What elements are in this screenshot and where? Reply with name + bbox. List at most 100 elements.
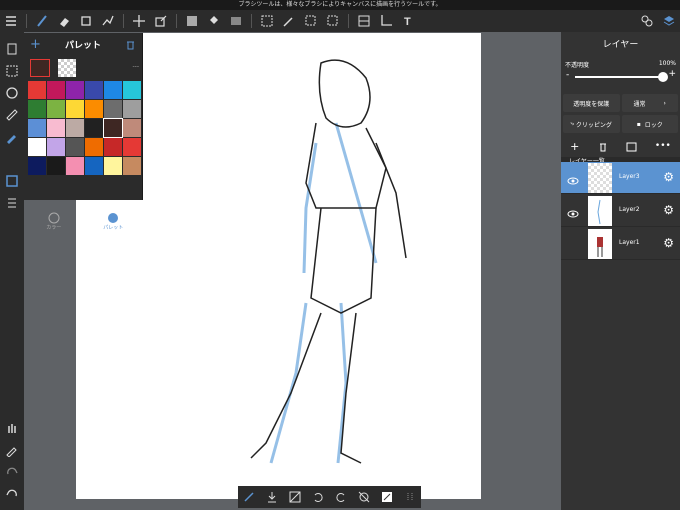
lock-icon: ▪	[636, 120, 641, 128]
clear-icon[interactable]	[289, 488, 301, 507]
tab-color-label: カラー	[46, 224, 62, 231]
move-icon[interactable]	[128, 10, 150, 32]
trash-icon[interactable]	[125, 35, 136, 54]
lock-button[interactable]: ▪ ロック	[621, 115, 678, 133]
menu-icon[interactable]	[0, 10, 22, 32]
eye-icon[interactable]	[567, 204, 579, 223]
delete-layer-icon[interactable]	[598, 137, 608, 156]
add-icon[interactable]: +	[30, 37, 41, 52]
reset-rotation-icon[interactable]	[358, 488, 370, 507]
color-swatch[interactable]	[85, 157, 103, 175]
color-swatch[interactable]	[47, 138, 65, 156]
correction-icon[interactable]	[381, 488, 393, 507]
color-swatch[interactable]	[123, 100, 141, 118]
text-icon[interactable]: T	[397, 10, 419, 32]
select-pen-icon[interactable]	[300, 10, 322, 32]
color-swatch[interactable]	[66, 138, 84, 156]
color-swatch[interactable]	[85, 119, 103, 137]
ruler-icon[interactable]	[3, 106, 21, 124]
layers-icon[interactable]	[658, 10, 680, 32]
color-swatch[interactable]	[104, 100, 122, 118]
eye-icon[interactable]	[567, 171, 579, 190]
transparent-swatch[interactable]	[58, 59, 76, 77]
hand-icon[interactable]	[3, 419, 21, 437]
clipping-button[interactable]: ⤷ クリッピング	[563, 115, 620, 133]
color-swatch[interactable]	[104, 81, 122, 99]
dropper-icon[interactable]	[3, 441, 21, 459]
materials-icon[interactable]	[636, 10, 658, 32]
color-swatch[interactable]	[47, 81, 65, 99]
brush-icon[interactable]	[31, 10, 53, 32]
add-image-icon[interactable]	[626, 137, 637, 156]
undo-icon[interactable]	[3, 485, 21, 503]
clip-icon: ⤷	[570, 120, 574, 127]
layer-row-layer3[interactable]: Layer3 ⚙	[561, 162, 680, 194]
color-swatch[interactable]	[104, 157, 122, 175]
color-swatch[interactable]	[28, 138, 46, 156]
color-swatch[interactable]	[66, 157, 84, 175]
color-swatch[interactable]	[85, 138, 103, 156]
color-swatch[interactable]	[123, 81, 141, 99]
color-swatch[interactable]	[28, 100, 46, 118]
plus-icon[interactable]: +	[668, 69, 676, 79]
snap-icon[interactable]	[243, 488, 255, 507]
color-swatch[interactable]	[123, 138, 141, 156]
download-icon[interactable]	[266, 488, 278, 507]
layer-thumbnail	[588, 163, 612, 193]
layer-row-layer1[interactable]: Layer1 ⚙	[561, 228, 680, 260]
magic-wand-icon[interactable]	[278, 10, 300, 32]
tab-palette[interactable]: パレット	[84, 209, 144, 233]
shape-icon[interactable]	[75, 10, 97, 32]
lock-label: ロック	[644, 121, 663, 129]
rotate-right-icon[interactable]	[335, 488, 347, 507]
color-swatch[interactable]	[28, 81, 46, 99]
color-swatch[interactable]	[47, 157, 65, 175]
color-swatch[interactable]	[28, 157, 46, 175]
select-eraser-icon[interactable]	[322, 10, 344, 32]
layer-settings-icon[interactable]: ⚙	[663, 236, 674, 250]
current-color-swatch[interactable]	[30, 59, 50, 77]
color-swatch[interactable]	[66, 119, 84, 137]
color-swatch[interactable]	[103, 118, 123, 138]
grip-icon[interactable]	[404, 488, 416, 507]
layers-list-icon[interactable]	[3, 40, 21, 58]
crop-icon[interactable]	[375, 10, 397, 32]
color-swatch[interactable]	[123, 157, 141, 175]
color-swatch[interactable]	[66, 81, 84, 99]
bucket-icon[interactable]	[203, 10, 225, 32]
palette-panel: + パレット --- カラー パレット	[24, 33, 143, 231]
redo-icon[interactable]	[3, 463, 21, 481]
color-swatch[interactable]	[123, 119, 141, 137]
layer-row-layer2[interactable]: Layer2 ⚙	[561, 195, 680, 227]
color-swatch[interactable]	[66, 100, 84, 118]
frame-divider-icon[interactable]	[353, 10, 375, 32]
layer-name: Layer2	[619, 206, 640, 213]
rotate-left-icon[interactable]	[312, 488, 324, 507]
layer-settings-icon[interactable]: ⚙	[663, 203, 674, 217]
top-toolbar: T	[0, 10, 680, 32]
palette-panel-icon[interactable]	[3, 172, 21, 190]
color-swatch[interactable]	[85, 100, 103, 118]
color-swatch[interactable]	[28, 119, 46, 137]
opacity-slider-thumb[interactable]	[658, 72, 668, 82]
minus-icon[interactable]: -	[566, 70, 569, 80]
stroke-icon[interactable]	[97, 10, 119, 32]
tab-color[interactable]: カラー	[24, 209, 84, 233]
selection-icon[interactable]	[3, 62, 21, 80]
gradient-icon[interactable]	[225, 10, 247, 32]
color-swatch[interactable]	[47, 119, 65, 137]
eyedropper-icon[interactable]	[3, 128, 21, 146]
current-value: ---	[132, 63, 140, 70]
select-icon[interactable]	[256, 10, 278, 32]
add-layer-icon[interactable]: +	[570, 140, 579, 153]
transform-icon[interactable]	[150, 10, 172, 32]
color-swatch[interactable]	[85, 81, 103, 99]
list-icon[interactable]	[3, 194, 21, 212]
rotate-icon[interactable]	[3, 84, 21, 102]
color-swatch[interactable]	[104, 138, 122, 156]
fill-color-icon[interactable]	[181, 10, 203, 32]
more-icon[interactable]: •••	[655, 141, 671, 151]
color-swatch[interactable]	[47, 100, 65, 118]
layer-settings-icon[interactable]: ⚙	[663, 170, 674, 184]
eraser-icon[interactable]	[53, 10, 75, 32]
